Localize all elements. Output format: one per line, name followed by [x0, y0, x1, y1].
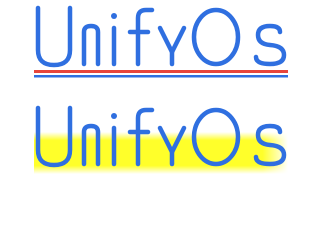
letter-i-dot [111, 113, 117, 119]
letter-o [191, 7, 241, 67]
logo-wordmark-graphic [34, 5, 288, 78]
logo-wordmark-graphic [34, 105, 288, 174]
unifyos-logo-highlighted: UnifyOs [34, 102, 288, 182]
letter-n [81, 23, 101, 67]
letter-s [253, 23, 287, 67]
letter-i-dot [111, 13, 117, 19]
underline-red [34, 70, 288, 73]
letter-f [135, 7, 155, 67]
letter-y-top [157, 25, 187, 55]
unifyos-logo-underlined: UnifyOs [34, 2, 288, 82]
underline-blue [34, 75, 288, 78]
letter-u [35, 5, 73, 68]
logo-letters [35, 5, 287, 68]
